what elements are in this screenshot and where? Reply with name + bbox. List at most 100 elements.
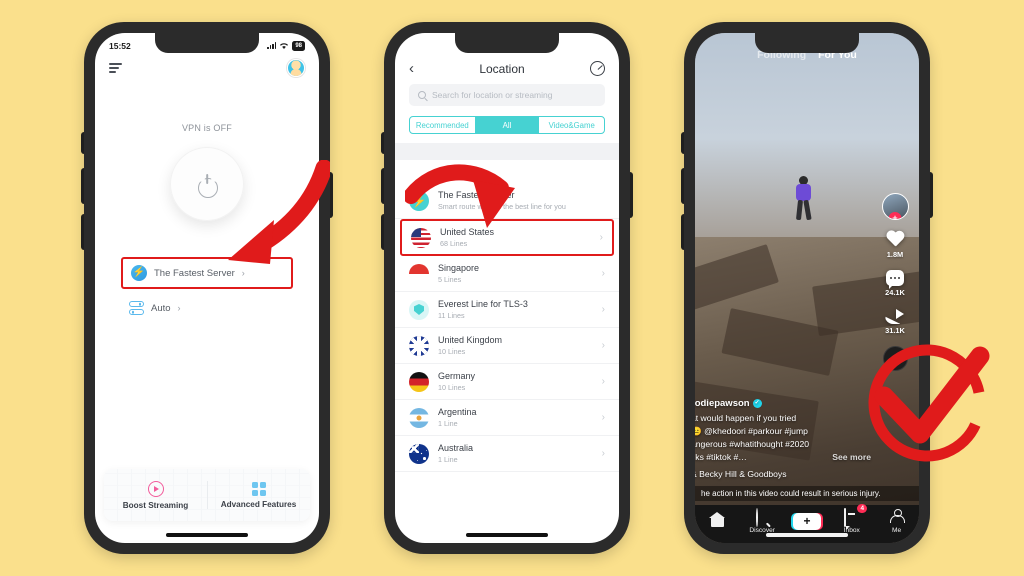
search-input[interactable]: Search for location or streaming <box>409 84 605 106</box>
list-item-germany[interactable]: Germany 10 Lines › <box>395 364 619 400</box>
list-item-title: Australia <box>438 443 474 453</box>
speedometer-icon[interactable] <box>590 61 605 76</box>
phone2-power-side-button[interactable] <box>630 172 633 218</box>
bolt-icon: ⚡ <box>131 265 147 281</box>
list-item-title: Germany <box>438 371 476 381</box>
nav-inbox[interactable]: 4 Inbox <box>833 504 871 534</box>
inbox-icon: 4 <box>844 504 868 528</box>
phone-device-1: 15:52 98 VPN is OFF ⚡ The Fastest Server <box>81 22 333 554</box>
list-item-subtitle: 1 Line <box>438 419 458 428</box>
tab-all[interactable]: All <box>474 117 540 133</box>
user-avatar[interactable] <box>287 59 305 77</box>
list-item-everest-line[interactable]: Everest Line for TLS-3 11 Lines › <box>395 292 619 328</box>
phone3-mute-button[interactable] <box>681 132 684 154</box>
like-count: 1.8M <box>886 250 904 259</box>
inbox-badge: 4 <box>857 504 868 514</box>
list-item-title: The Fastest Server <box>438 190 515 200</box>
chevron-right-icon: › <box>601 376 605 387</box>
follow-plus-button[interactable]: + <box>888 212 902 219</box>
like-button[interactable]: 1.8M <box>886 231 905 259</box>
phone3-volume-down-button[interactable] <box>681 214 684 250</box>
list-item-subtitle: 1 Line <box>438 455 458 464</box>
feature-cards: Boost Streaming Advanced Features <box>104 469 310 521</box>
chevron-right-icon: › <box>601 304 605 315</box>
phone3-power-side-button[interactable] <box>930 172 933 218</box>
list-item-subtitle: 11 Lines <box>438 311 465 320</box>
hamburger-menu-icon[interactable] <box>109 63 122 73</box>
list-item-subtitle: 68 Lines <box>440 239 468 248</box>
verified-badge-icon: ✓ <box>752 399 762 408</box>
music-title[interactable]: & Becky Hill & Goodboys <box>695 469 871 479</box>
see-more-link[interactable]: See more <box>832 451 871 464</box>
list-item-title: United Kingdom <box>438 335 503 345</box>
home-icon <box>709 512 726 528</box>
list-item-fastest-server[interactable]: ⚡ The Fastest Server Smart route will fi… <box>395 183 619 219</box>
location-list-screen: ‹ Location Search for location or stream… <box>395 33 619 543</box>
flag-au-icon <box>409 443 429 464</box>
search-icon <box>418 91 426 99</box>
list-item-title: Everest Line for TLS-3 <box>438 299 528 309</box>
advanced-features-label: Advanced Features <box>220 499 297 509</box>
tiktok-bottom-nav: Discover + 4 Inbox Me <box>695 504 919 543</box>
list-item-singapore[interactable]: Singapore 5 Lines › <box>395 256 619 292</box>
phone1-power-side-button[interactable] <box>330 172 333 218</box>
list-item-united-kingdom[interactable]: United Kingdom 10 Lines › <box>395 328 619 364</box>
power-button-wrap <box>95 147 319 221</box>
auto-protocol-row[interactable]: Auto › <box>129 301 285 315</box>
list-item-subtitle: Smart route will find the best line for … <box>438 202 566 211</box>
power-toggle-button[interactable] <box>170 147 244 221</box>
list-item-title: United States <box>440 227 495 237</box>
phone2-volume-down-button[interactable] <box>381 214 384 250</box>
share-button[interactable]: 31.1K <box>885 308 905 335</box>
phone1-volume-up-button[interactable] <box>81 168 84 204</box>
chevron-right-icon: › <box>601 340 605 351</box>
description-line-2: 😐 @khedoori #parkour #jump <box>695 426 808 436</box>
auto-label: Auto <box>151 302 171 314</box>
phone2-home-indicator <box>466 533 548 537</box>
list-item-subtitle: 5 Lines <box>438 275 462 284</box>
phone3-home-indicator <box>766 533 848 537</box>
phone2-volume-up-button[interactable] <box>381 168 384 204</box>
wifi-icon <box>280 42 289 49</box>
discover-icon <box>755 508 770 528</box>
phone2-mute-button[interactable] <box>381 132 384 154</box>
status-time: 15:52 <box>109 40 131 51</box>
phone2-notch <box>455 33 559 53</box>
phone1-notch <box>155 33 259 53</box>
boost-streaming-card[interactable]: Boost Streaming <box>104 469 207 521</box>
tab-recommended[interactable]: Recommended <box>410 117 475 133</box>
vpn-header <box>95 55 319 77</box>
comment-button[interactable]: 24.1K <box>885 270 905 297</box>
creator-username[interactable]: rodiepawson ✓ <box>695 398 871 409</box>
flag-sg-icon <box>409 263 429 284</box>
vpn-state-label: VPN is OFF <box>181 123 232 133</box>
music-disc-icon[interactable] <box>882 346 908 371</box>
nav-discover[interactable]: Discover <box>743 508 781 534</box>
phone3-notch <box>755 33 859 53</box>
list-item-argentina[interactable]: Argentina 1 Line › <box>395 400 619 436</box>
phone-device-2: ‹ Location Search for location or stream… <box>381 22 633 554</box>
fastest-server-row[interactable]: ⚡ The Fastest Server › <box>121 257 293 289</box>
chevron-right-icon: › <box>601 268 605 279</box>
nav-add-post[interactable]: + <box>788 513 826 530</box>
chevron-right-icon: › <box>601 448 605 459</box>
advanced-features-card[interactable]: Advanced Features <box>207 469 310 521</box>
video-description[interactable]: at would happen if you tried 😐 @khedoori… <box>695 412 871 464</box>
flag-ar-icon <box>409 407 429 428</box>
phone1-home-indicator <box>166 533 248 537</box>
phone1-mute-button[interactable] <box>81 132 84 154</box>
bolt-circle-icon: ⚡ <box>409 190 429 211</box>
list-item-australia[interactable]: Australia 1 Line › <box>395 436 619 472</box>
flag-de-icon <box>409 371 429 392</box>
nav-home[interactable] <box>698 512 736 531</box>
nav-me[interactable]: Me <box>878 509 916 534</box>
list-item-title: Argentina <box>438 407 477 417</box>
phone1-volume-down-button[interactable] <box>81 214 84 250</box>
description-line-3: angerous #whatithought #2020 <box>695 439 810 449</box>
chevron-right-icon: › <box>177 303 181 313</box>
back-chevron-icon[interactable]: ‹ <box>409 61 414 76</box>
list-item-united-states[interactable]: United States 68 Lines › <box>400 219 614 256</box>
creator-avatar[interactable]: + <box>881 193 909 220</box>
tab-video-game[interactable]: Video&Game <box>539 117 604 133</box>
phone3-volume-up-button[interactable] <box>681 168 684 204</box>
